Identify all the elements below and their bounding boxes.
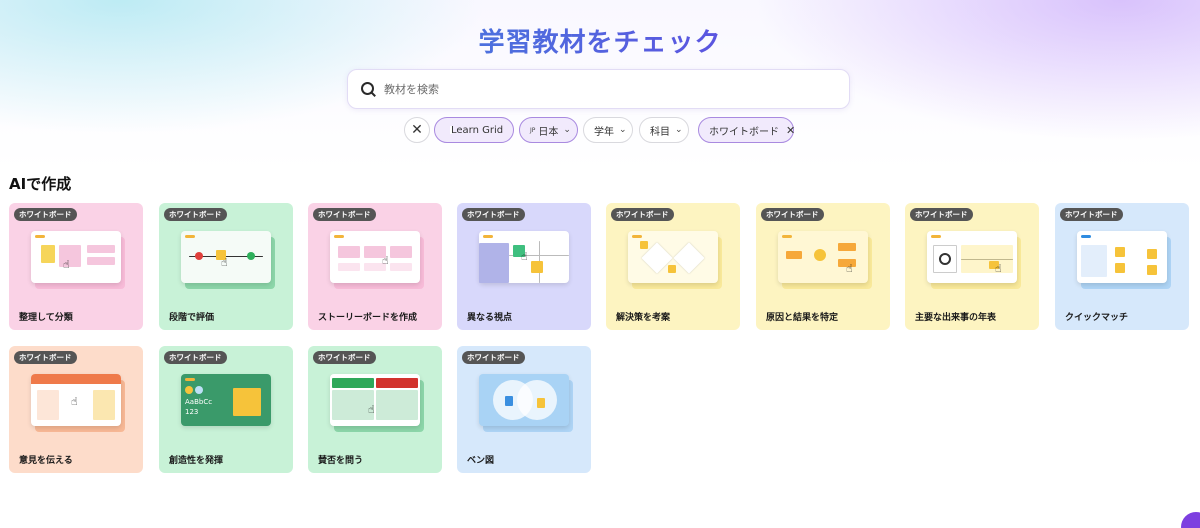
card-title: ベン図 <box>467 456 495 466</box>
chevron-down-icon: ⌄ <box>619 125 627 135</box>
filter-subject[interactable]: 科目 ⌄ <box>639 117 689 143</box>
template-card[interactable]: ☝ ホワイトボード 賛否を問う <box>308 346 442 473</box>
pointer-cursor-icon: ☝ <box>995 262 1002 275</box>
close-icon[interactable]: ✕ <box>786 124 795 137</box>
card-badge: ホワイトボード <box>14 351 77 364</box>
filter-bar: ✕ Learn Grid JP 日本 ⌄ 学年 ⌄ 科目 ⌄ ホワイトボード ✕ <box>0 117 1200 143</box>
swatch-text: AaBbCc <box>185 398 213 406</box>
card-thumbnail: ☝ <box>181 231 271 283</box>
pointer-cursor-icon: ☝ <box>846 262 853 275</box>
card-thumbnail: ☝ <box>31 374 121 426</box>
card-badge: ホワイトボード <box>313 351 376 364</box>
card-thumbnail <box>628 231 718 283</box>
card-thumbnail: ☝ <box>927 231 1017 283</box>
card-badge: ホワイトボード <box>761 208 824 221</box>
chevron-down-icon: ⌄ <box>563 125 571 135</box>
pointer-cursor-icon: ☝ <box>368 403 375 416</box>
pointer-cursor-icon: ☝ <box>382 254 389 267</box>
card-title: 解決策を考案 <box>616 313 671 323</box>
template-card[interactable]: ☝ ホワイトボード 意見を伝える <box>9 346 143 473</box>
card-title: 異なる視点 <box>467 313 513 323</box>
card-title: 賛否を問う <box>318 456 364 466</box>
card-title: 主要な出来事の年表 <box>915 313 997 323</box>
template-card[interactable]: ホワイトボード 解決策を考案 <box>606 203 740 330</box>
card-badge: ホワイトボード <box>313 208 376 221</box>
template-card[interactable]: ☝ ホワイトボード 整理して分類 <box>9 203 143 330</box>
chevron-down-icon: ⌄ <box>675 125 683 135</box>
card-thumbnail: ☝ <box>778 231 868 283</box>
language-code: JP <box>530 126 536 134</box>
filter-learn-grid-label: Learn Grid <box>451 124 504 136</box>
swatch-number: 123 <box>185 408 199 416</box>
card-title: クイックマッチ <box>1065 313 1129 323</box>
card-title: 段階で評価 <box>169 313 215 323</box>
filter-subject-label: 科目 <box>650 126 670 138</box>
filter-language[interactable]: JP 日本 ⌄ <box>519 117 578 143</box>
template-card[interactable]: ☝ ホワイトボード ストーリーボードを作成 <box>308 203 442 330</box>
close-icon: ✕ <box>411 122 423 138</box>
template-card[interactable]: ホワイトボード ベン図 <box>457 346 591 473</box>
template-card[interactable]: ☝ ホワイトボード 異なる視点 <box>457 203 591 330</box>
filter-grade[interactable]: 学年 ⌄ <box>583 117 633 143</box>
card-badge: ホワイトボード <box>164 208 227 221</box>
card-title: 原因と結果を特定 <box>766 313 839 323</box>
card-thumbnail: ☝ <box>479 231 569 283</box>
card-thumbnail: AaBbCc 123 <box>181 374 271 426</box>
clear-filters-button[interactable]: ✕ <box>404 117 430 143</box>
pointer-cursor-icon: ☝ <box>521 250 528 263</box>
filter-type-whiteboard[interactable]: ホワイトボード ✕ <box>698 117 795 143</box>
template-card[interactable]: ☝ ホワイトボード 原因と結果を特定 <box>756 203 890 330</box>
card-thumbnail <box>1077 231 1167 283</box>
pointer-cursor-icon: ☝ <box>221 256 228 269</box>
section-title: AIで作成 <box>9 175 72 193</box>
card-badge: ホワイトボード <box>462 208 525 221</box>
search-input[interactable] <box>384 82 824 96</box>
filter-type-label: ホワイトボード <box>709 126 779 138</box>
template-card[interactable]: ☝ ホワイトボード 主要な出来事の年表 <box>905 203 1039 330</box>
search-icon <box>360 81 376 97</box>
card-badge: ホワイトボード <box>164 351 227 364</box>
card-badge: ホワイトボード <box>611 208 674 221</box>
card-badge: ホワイトボード <box>1060 208 1123 221</box>
card-badge: ホワイトボード <box>910 208 973 221</box>
card-badge: ホワイトボード <box>14 208 77 221</box>
pointer-cursor-icon: ☝ <box>63 258 70 271</box>
filter-learn-grid[interactable]: Learn Grid <box>434 117 514 143</box>
card-thumbnail: ☝ <box>330 374 420 426</box>
template-card[interactable]: ホワイトボード クイックマッチ <box>1055 203 1189 330</box>
card-title: ストーリーボードを作成 <box>318 313 418 323</box>
card-title: 整理して分類 <box>19 313 73 323</box>
page-title: 学習教材をチェック <box>0 22 1200 59</box>
card-title: 創造性を発揮 <box>169 456 224 466</box>
filter-language-label: 日本 <box>538 126 559 138</box>
card-title: 意見を伝える <box>19 456 73 466</box>
template-card[interactable]: ☝ ホワイトボード 段階で評価 <box>159 203 293 330</box>
filter-grade-label: 学年 <box>594 126 614 138</box>
card-badge: ホワイトボード <box>462 351 525 364</box>
card-thumbnail: ☝ <box>330 231 420 283</box>
search-box[interactable] <box>347 69 850 109</box>
card-thumbnail: ☝ <box>31 231 121 283</box>
card-thumbnail <box>479 374 569 426</box>
template-card[interactable]: AaBbCc 123 ホワイトボード 創造性を発揮 <box>159 346 293 473</box>
assistant-button[interactable] <box>1181 512 1200 528</box>
pointer-cursor-icon: ☝ <box>71 395 78 408</box>
